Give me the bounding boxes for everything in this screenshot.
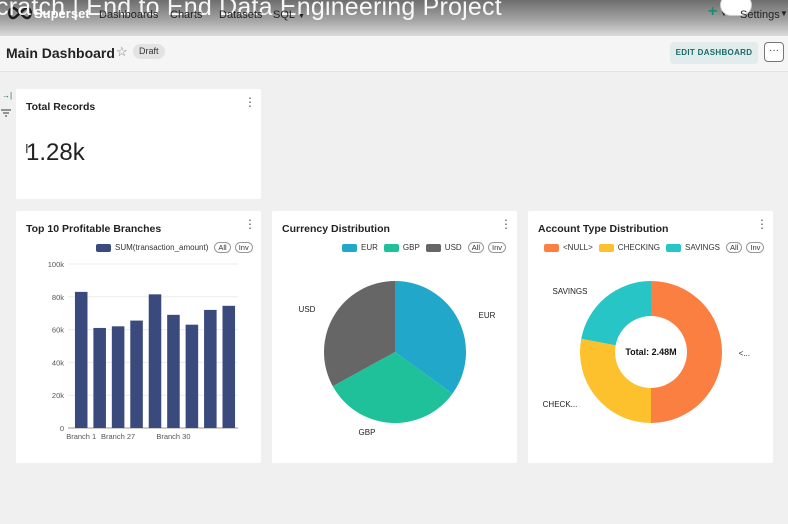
currency-card: Currency Distribution ⋮ EUR GBP USD All Inv …: [272, 211, 517, 463]
donut-slice: [581, 281, 651, 346]
slice-label: CHECK...: [543, 400, 578, 409]
edit-dashboard-button[interactable]: EDIT DASHBOARD: [670, 42, 758, 64]
filter-icon[interactable]: [1, 109, 11, 117]
expand-filters-icon[interactable]: →|: [2, 91, 12, 100]
bar: [130, 320, 143, 428]
y-tick-label: 40k: [52, 358, 64, 367]
status-badge[interactable]: Draft: [133, 44, 165, 59]
nav-charts[interactable]: Charts: [170, 9, 202, 21]
big-number-value: 1.28k: [26, 139, 85, 166]
slice-label: <...: [739, 349, 750, 358]
donut-center-label: Total: 2.48M: [625, 347, 676, 357]
slice-label: EUR: [479, 311, 496, 320]
settings-menu[interactable]: Settings: [740, 9, 780, 21]
star-icon[interactable]: ☆: [116, 44, 128, 60]
branches-card: Top 10 Profitable Branches ⋮ SUM(transac…: [16, 211, 261, 463]
nav-sql-label: SQL: [273, 9, 296, 21]
y-tick-label: 80k: [52, 293, 64, 302]
bar: [111, 326, 125, 428]
x-tick-label: Branch 1: [66, 432, 96, 441]
nav-sql[interactable]: SQL ▼: [273, 9, 305, 21]
bar: [204, 309, 217, 428]
bar: [74, 291, 88, 428]
page-title: Main Dashboard: [6, 45, 115, 61]
x-tick-label: Branch 27: [101, 432, 135, 441]
chevron-down-icon: ▼: [780, 9, 788, 18]
dashboard-header: Main Dashboard ☆ Draft EDIT DASHBOARD ··…: [0, 36, 788, 72]
card-title: Total Records: [26, 101, 96, 113]
slice-label: SAVINGS: [553, 287, 588, 296]
kebab-menu-icon[interactable]: ⋮: [244, 96, 256, 108]
bar: [93, 327, 106, 428]
top-navbar: Superset cratch | End to End Data Engine…: [0, 0, 788, 36]
plus-icon[interactable]: +: [708, 3, 717, 21]
more-options-button[interactable]: ···: [764, 42, 784, 62]
bar-chart: 0 20k 40k 60k 80k 100k Branch 1 Branch 27 Branch…: [48, 260, 238, 441]
x-tick-label: Branch 30: [156, 432, 190, 441]
y-tick-label: 20k: [52, 391, 64, 400]
bar: [185, 324, 199, 428]
slice-label: GBP: [359, 428, 376, 437]
chevron-down-icon: ▼: [298, 13, 305, 20]
y-tick-label: 100k: [48, 260, 65, 269]
nav-dashboards[interactable]: Dashboards: [99, 9, 158, 21]
bar: [222, 305, 236, 428]
bar: [167, 314, 180, 428]
nav-datasets[interactable]: Datasets: [219, 9, 262, 21]
bar: [148, 294, 162, 428]
text-cursor-icon: I: [25, 141, 29, 156]
account-type-card: Account Type Distribution ⋮ <NULL> CHECKI…: [528, 211, 773, 463]
pie-chart: EUR GBP USD: [299, 281, 496, 437]
total-records-card: Total Records ⋮ 1.28k I: [16, 89, 261, 199]
y-tick-label: 0: [60, 424, 64, 433]
y-tick-label: 60k: [52, 326, 64, 335]
slice-label: USD: [299, 305, 316, 314]
donut-chart: Total: 2.48M <... CHECK... SAVINGS: [543, 281, 750, 423]
